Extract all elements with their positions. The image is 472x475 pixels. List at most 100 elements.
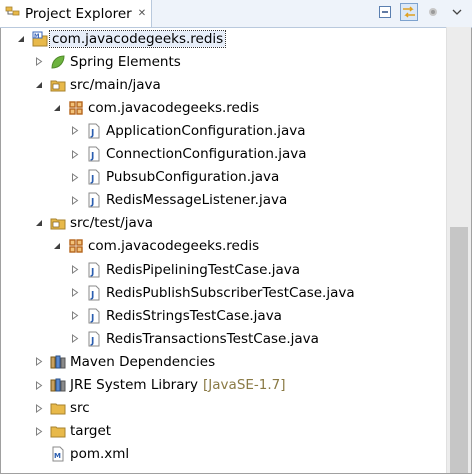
tab-project-explorer[interactable]: Project Explorer ✕: [0, 0, 152, 27]
tree-item-label: target: [70, 423, 112, 440]
collapsed-arrow-icon[interactable]: [70, 195, 80, 205]
tree-item-label: com.javacodegeeks.redis: [88, 99, 260, 116]
package-icon: [68, 100, 84, 116]
scrollbar-thumb[interactable]: [450, 227, 468, 473]
tree-item-label: Spring Elements: [70, 53, 181, 70]
svg-text:J: J: [90, 267, 94, 277]
java-file-icon: J: [86, 123, 102, 139]
tree-row[interactable]: J ApplicationConfiguration.java: [0, 119, 446, 142]
close-icon[interactable]: ✕: [138, 8, 146, 19]
expanded-arrow-icon[interactable]: [34, 80, 44, 90]
svg-text:J: J: [90, 336, 94, 346]
tree-item-label: Maven Dependencies: [70, 353, 216, 370]
tree-row[interactable]: target: [0, 420, 446, 443]
maven-project-icon: M: [32, 31, 48, 47]
tree-row[interactable]: J RedisTransactionsTestCase.java: [0, 327, 446, 350]
expanded-arrow-icon[interactable]: [16, 34, 26, 44]
collapsed-arrow-icon[interactable]: [34, 403, 44, 413]
tree-item-label: ApplicationConfiguration.java: [106, 122, 306, 139]
tree-item-decoration: [JavaSE-1.7]: [203, 377, 286, 393]
tree-row[interactable]: J RedisMessageListener.java: [0, 189, 446, 212]
java-file-icon: J: [86, 331, 102, 347]
folder-icon: [50, 400, 66, 416]
tree-item-label: src: [70, 400, 90, 417]
library-icon: [50, 354, 66, 370]
collapsed-arrow-icon[interactable]: [70, 126, 80, 136]
tree-item-label: JRE System Library: [70, 377, 199, 393]
svg-text:J: J: [90, 152, 94, 162]
tree-row[interactable]: J PubsubConfiguration.java: [0, 166, 446, 189]
svg-text:M: M: [54, 452, 61, 460]
tree-row[interactable]: JRE System Library [JavaSE-1.7]: [0, 374, 446, 397]
tree-item-label: pom.xml: [70, 446, 130, 463]
tree-row[interactable]: com.javacodegeeks.redis: [0, 96, 446, 119]
java-file-icon: J: [86, 146, 102, 162]
view-toolbar: [376, 3, 466, 21]
java-file-icon: J: [86, 308, 102, 324]
svg-text:J: J: [90, 290, 94, 300]
tree-row[interactable]: Mcom.javacodegeeks.redis: [0, 27, 446, 50]
collapsed-arrow-icon[interactable]: [34, 357, 44, 367]
tree-item-label: RedisStringsTestCase.java: [106, 307, 282, 324]
tree-row[interactable]: src/main/java: [0, 73, 446, 96]
tree-row[interactable]: Mpom.xml: [0, 443, 446, 466]
tree-item-label: ConnectionConfiguration.java: [106, 146, 307, 162]
tree-item-label: com.javacodegeeks.redis: [88, 238, 260, 255]
java-file-icon: J: [86, 169, 102, 185]
collapsed-arrow-icon[interactable]: [34, 380, 44, 390]
collapsed-arrow-icon[interactable]: [34, 57, 44, 67]
tree-item-label: PubsubConfiguration.java: [106, 169, 280, 186]
no-twisty: [34, 449, 44, 459]
tree-row[interactable]: J RedisPublishSubscriberTestCase.java: [0, 281, 446, 304]
tree-item-label: com.javacodegeeks.redis: [48, 29, 227, 48]
svg-text:M: M: [34, 33, 39, 39]
tree-row[interactable]: J RedisPipeliningTestCase.java: [0, 258, 446, 281]
collapse-all-icon[interactable]: [376, 3, 394, 21]
tree-item-label: src/test/java: [70, 215, 154, 232]
expanded-arrow-icon[interactable]: [52, 241, 62, 251]
expanded-arrow-icon[interactable]: [52, 103, 62, 113]
tree-row[interactable]: com.javacodegeeks.redis: [0, 235, 446, 258]
expanded-arrow-icon[interactable]: [34, 218, 44, 228]
collapsed-arrow-icon[interactable]: [70, 172, 80, 182]
project-explorer-icon: [5, 4, 21, 24]
java-file-icon: J: [86, 192, 102, 208]
tree-row[interactable]: src/test/java: [0, 212, 446, 235]
svg-text:J: J: [90, 198, 94, 208]
library-icon: [50, 377, 66, 393]
source-folder-icon: [50, 215, 66, 231]
focus-on-active-task-icon[interactable]: [424, 3, 442, 21]
collapsed-arrow-icon[interactable]: [70, 265, 80, 275]
view-menu-icon[interactable]: [448, 3, 466, 21]
tree-item-label: RedisPipeliningTestCase.java: [106, 261, 301, 278]
java-file-icon: J: [86, 262, 102, 278]
tree-row[interactable]: Maven Dependencies: [0, 350, 446, 373]
tree-row[interactable]: Spring Elements: [0, 50, 446, 73]
svg-text:J: J: [90, 128, 94, 138]
view-tab-bar: Project Explorer ✕: [0, 0, 472, 28]
link-with-editor-icon[interactable]: [400, 3, 418, 21]
project-tree[interactable]: Mcom.javacodegeeks.redis Spring Elements s…: [0, 27, 446, 473]
xml-file-icon: M: [50, 446, 66, 462]
java-file-icon: J: [86, 285, 102, 301]
collapsed-arrow-icon[interactable]: [70, 288, 80, 298]
tab-title: Project Explorer: [25, 5, 132, 22]
svg-text:J: J: [90, 175, 94, 185]
package-icon: [68, 238, 84, 254]
tree-row[interactable]: J RedisStringsTestCase.java: [0, 304, 446, 327]
tree-row[interactable]: J ConnectionConfiguration.java: [0, 143, 446, 166]
svg-text:J: J: [90, 313, 94, 323]
tree-row[interactable]: src: [0, 397, 446, 420]
folder-icon: [50, 423, 66, 439]
tree-item-label: RedisMessageListener.java: [106, 192, 288, 209]
vertical-scrollbar[interactable]: [446, 27, 471, 473]
spring-leaf-icon: [50, 54, 66, 70]
collapsed-arrow-icon[interactable]: [70, 334, 80, 344]
collapsed-arrow-icon[interactable]: [34, 426, 44, 436]
collapsed-arrow-icon[interactable]: [70, 149, 80, 159]
tree-item-label: src/main/java: [70, 76, 161, 93]
tree-item-label: RedisTransactionsTestCase.java: [106, 330, 319, 347]
tree-item-label: RedisPublishSubscriberTestCase.java: [106, 284, 355, 301]
source-folder-icon: [50, 77, 66, 93]
collapsed-arrow-icon[interactable]: [70, 311, 80, 321]
